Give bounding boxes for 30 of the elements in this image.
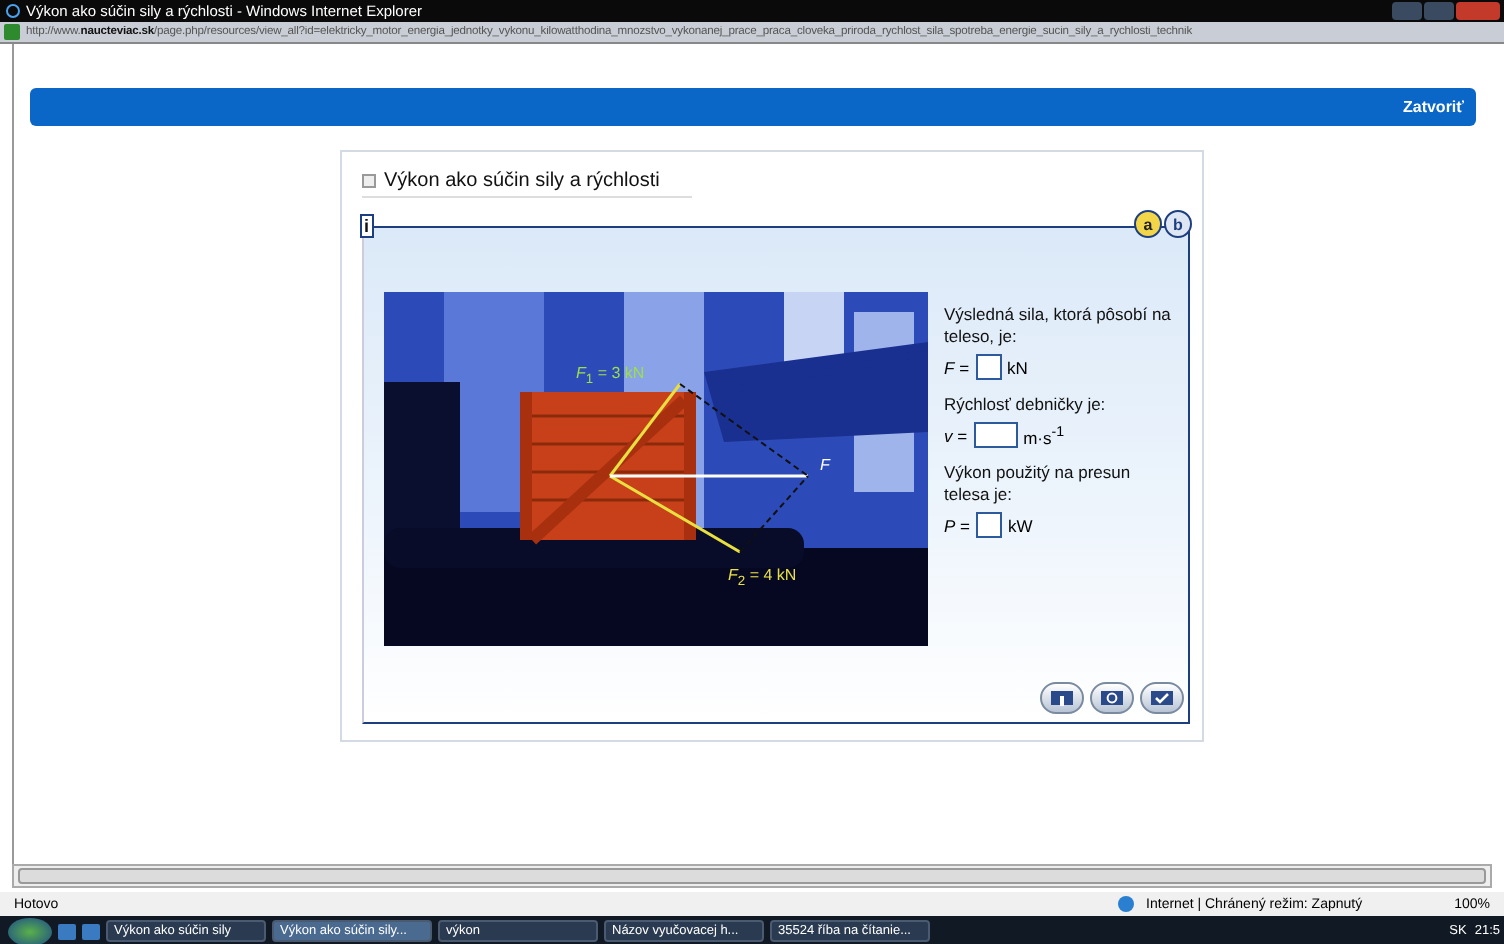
card-title: Výkon ako súčin sily a rýchlosti xyxy=(384,169,660,191)
browser-icon xyxy=(6,4,20,18)
variant-tab[interactable]: b xyxy=(1164,210,1192,238)
variable-label: F = xyxy=(944,357,970,377)
question-text: Výsledná sila, ktorá pôsobí na teleso, je: xyxy=(944,304,1173,348)
check-icon xyxy=(1150,689,1174,707)
force-label: F$_{1}$ = 3 kN xyxy=(576,364,645,388)
variable-label: P = xyxy=(944,515,970,535)
force-label: F xyxy=(820,456,830,474)
horizontal-scrollbar[interactable] xyxy=(12,864,1492,888)
refresh-button[interactable] xyxy=(1090,682,1134,714)
answer-field[interactable] xyxy=(976,512,1002,538)
answer-field[interactable] xyxy=(973,422,1018,448)
answer-field[interactable] xyxy=(975,354,1002,380)
check-button[interactable] xyxy=(1140,682,1184,714)
unit-label: kN xyxy=(1007,357,1028,377)
unit-label: kW xyxy=(1008,515,1033,535)
monitor-button[interactable] xyxy=(1040,682,1084,714)
site-icon xyxy=(4,24,20,40)
globe-icon xyxy=(1118,896,1135,912)
start-button[interactable] xyxy=(8,917,52,944)
variable-label: v = xyxy=(944,425,968,445)
question-text: Výkon použitý na presun telesa je: xyxy=(944,462,1133,506)
close-icon[interactable] xyxy=(362,173,376,187)
unit-label: m·s$^{-1}$ xyxy=(1023,423,1065,447)
variant-tab[interactable]: a xyxy=(1134,210,1162,238)
info-button[interactable]: i xyxy=(360,214,374,238)
close-link[interactable]: Zatvoriť xyxy=(1402,98,1464,116)
question-text: Rýchlosť debničky je: xyxy=(944,394,1108,416)
force-label: F$_{2}$ = 4 kN xyxy=(728,566,797,590)
